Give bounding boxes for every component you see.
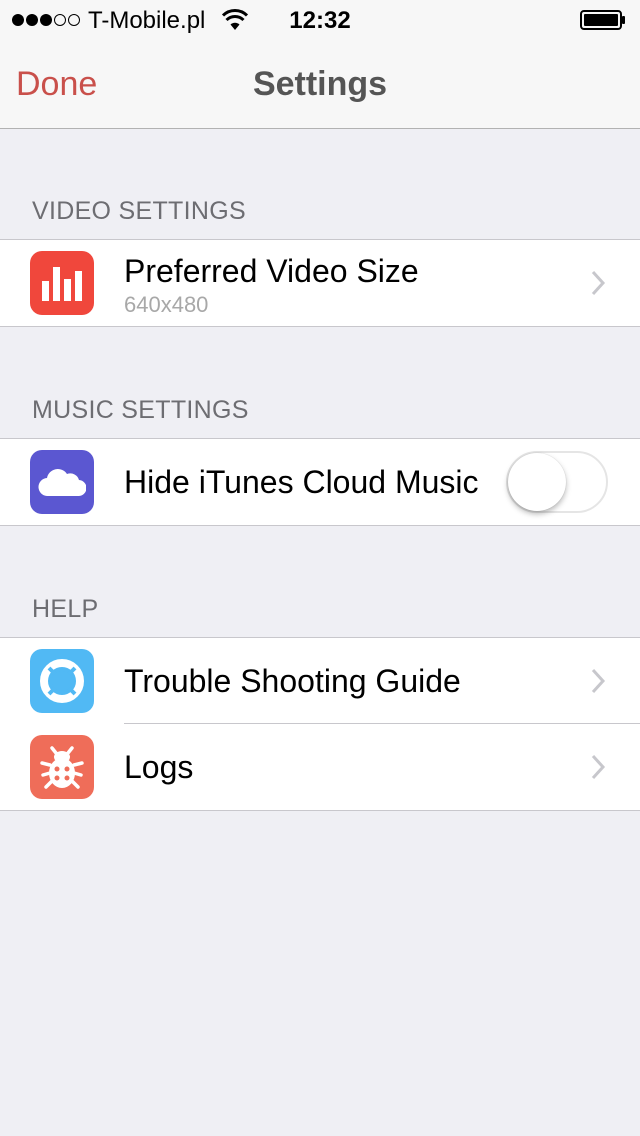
bar-chart-icon bbox=[30, 251, 94, 315]
row-label: Preferred Video Size bbox=[124, 253, 419, 289]
section-header-video-settings: VIDEO SETTINGS bbox=[32, 197, 246, 225]
top-bar: T-Mobile.pl 12:32 Settings Done bbox=[0, 0, 640, 129]
navigation-bar: Settings Done bbox=[0, 40, 640, 128]
hide-itunes-cloud-music-row: Hide iTunes Cloud Music bbox=[0, 439, 640, 525]
trouble-shooting-guide-row[interactable]: Trouble Shooting Guide bbox=[0, 638, 640, 724]
row-label: Hide iTunes Cloud Music bbox=[124, 464, 479, 500]
status-time: 12:32 bbox=[289, 7, 351, 34]
lifebuoy-icon bbox=[30, 649, 94, 713]
status-bar: T-Mobile.pl 12:32 bbox=[0, 0, 640, 40]
music-settings-group: Hide iTunes Cloud Music bbox=[0, 438, 640, 526]
chevron-right-icon bbox=[591, 668, 606, 694]
chevron-right-icon bbox=[591, 270, 606, 296]
hide-itunes-cloud-music-toggle[interactable] bbox=[506, 451, 608, 513]
preferred-video-size-value: 640x480 bbox=[124, 292, 209, 317]
row-label: Trouble Shooting Guide bbox=[124, 663, 461, 699]
done-button[interactable]: Done bbox=[16, 64, 97, 104]
battery-full-icon bbox=[580, 10, 625, 30]
help-group: Trouble Shooting Guide Logs bbox=[0, 637, 640, 811]
cloud-icon bbox=[30, 450, 94, 514]
chevron-right-icon bbox=[591, 754, 606, 780]
row-label: Logs bbox=[124, 749, 194, 785]
preferred-video-size-row[interactable]: Preferred Video Size 640x480 bbox=[0, 240, 640, 326]
toggle-knob bbox=[508, 453, 566, 511]
video-settings-group: Preferred Video Size 640x480 bbox=[0, 239, 640, 327]
section-header-help: HELP bbox=[32, 595, 99, 623]
section-header-music-settings: MUSIC SETTINGS bbox=[32, 396, 249, 424]
logs-row[interactable]: Logs bbox=[0, 724, 640, 810]
bug-icon bbox=[30, 735, 94, 799]
